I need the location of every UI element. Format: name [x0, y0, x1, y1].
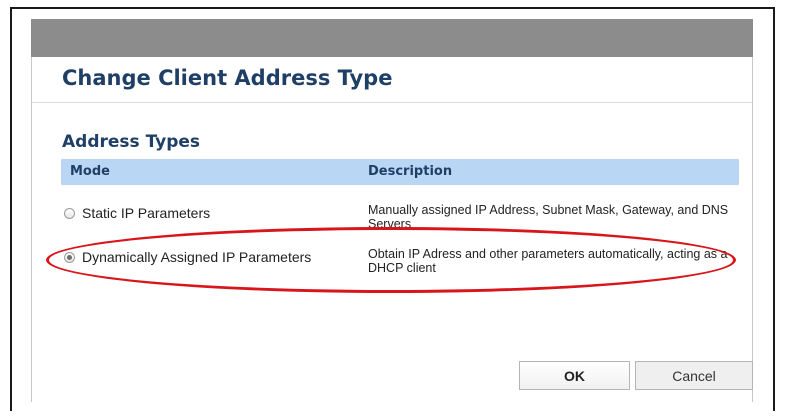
cancel-button[interactable]: Cancel [635, 361, 753, 390]
title-divider [32, 102, 752, 103]
mode-label-static-ip[interactable]: Static IP Parameters [82, 205, 210, 221]
column-header-mode: Mode [70, 164, 110, 179]
section-title: Address Types [62, 132, 201, 152]
table-row-static-ip: Static IP Parameters Manually assigned I… [61, 201, 739, 241]
dialog-titlebar[interactable] [31, 19, 753, 57]
dialog-title: Change Client Address Type [62, 66, 393, 90]
table-row-dynamic-ip: Dynamically Assigned IP Parameters Obtai… [61, 245, 739, 285]
mode-label-dynamic-ip[interactable]: Dynamically Assigned IP Parameters [82, 249, 311, 265]
mode-option-dynamic-ip[interactable]: Dynamically Assigned IP Parameters [64, 249, 311, 265]
column-header-description: Description [368, 164, 453, 179]
ok-button[interactable]: OK [519, 361, 630, 390]
change-address-type-dialog: Change Client Address Type Address Types… [31, 57, 753, 402]
description-static-ip: Manually assigned IP Address, Subnet Mas… [368, 203, 729, 231]
description-dynamic-ip: Obtain IP Adress and other parameters au… [368, 247, 728, 275]
static-ip-radio[interactable] [64, 207, 75, 219]
table-header: Mode Description [61, 159, 739, 185]
dynamic-ip-radio[interactable] [64, 251, 75, 263]
mode-option-static-ip[interactable]: Static IP Parameters [64, 205, 210, 221]
